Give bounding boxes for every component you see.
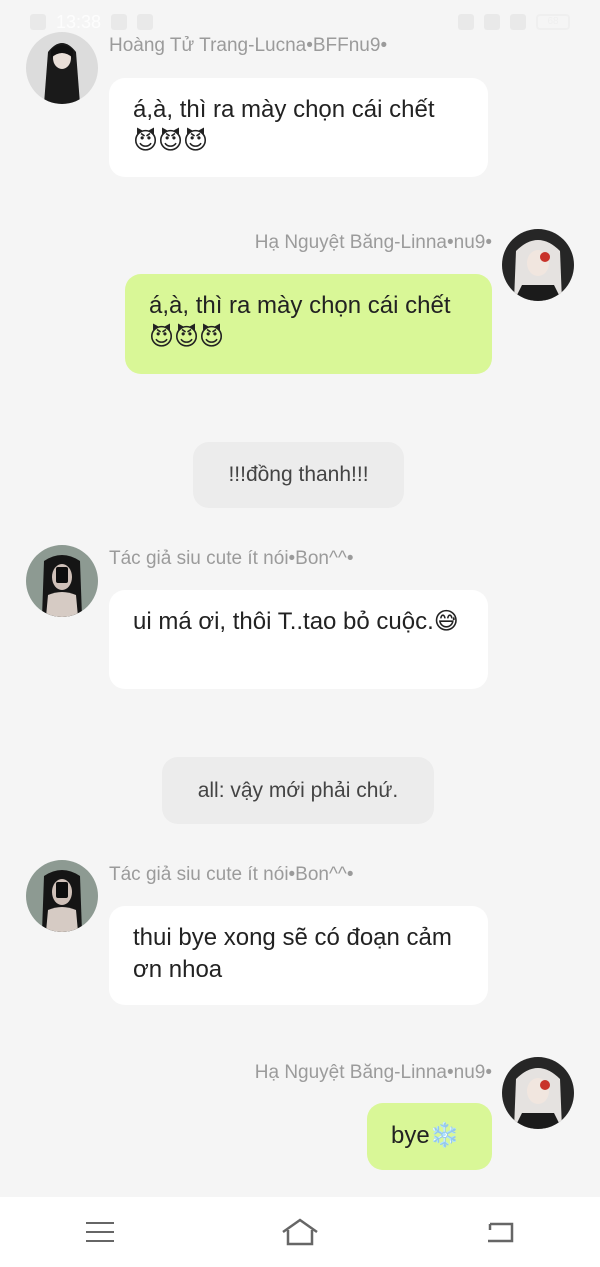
system-message: !!!đồng thanh!!! [193, 442, 404, 508]
avatar-tac-gia[interactable] [26, 545, 98, 617]
message-bubble[interactable]: á,à, thì ra mày chọn cái chết 😈😈😈 [125, 274, 492, 374]
message-bubble[interactable]: bye❄️ [367, 1103, 492, 1170]
message-bubble[interactable]: ui má ơi, thôi T..tao bỏ cuộc.😅 [109, 590, 488, 689]
sender-name: Hạ Nguyệt Băng-Linna•nu9• [254, 232, 492, 253]
sender-name: Hạ Nguyệt Băng-Linna•nu9• [254, 1062, 492, 1083]
status-left: 13:38 [30, 11, 154, 33]
navigation-bar [0, 1197, 600, 1267]
status-right: 68 [458, 14, 570, 30]
avatar-ha-nguyet[interactable] [502, 1057, 574, 1129]
message-bubble[interactable]: á,à, thì ra mày chọn cái chết 😈😈😈 [109, 78, 488, 177]
wifi-icon [510, 14, 526, 30]
battery-icon: 68 [536, 14, 570, 30]
menu-icon[interactable] [70, 1207, 130, 1257]
home-icon[interactable] [270, 1207, 330, 1257]
signal-icon [30, 14, 46, 30]
status-time: 13:38 [56, 11, 102, 32]
sender-name: Hoàng Tử Trang-Lucna•BFFnu9• [109, 35, 388, 56]
vibrate-icon [484, 14, 500, 30]
system-message: all: vậy mới phải chứ. [162, 757, 434, 824]
sender-name: Tác giả siu cute ít nói•Bon^^• [109, 548, 354, 569]
message-bubble[interactable]: thui bye xong sẽ có đoạn cảm ơn nhoa [109, 906, 488, 1005]
app-icon [137, 14, 154, 30]
back-icon[interactable] [470, 1207, 530, 1257]
avatar-ha-nguyet[interactable] [502, 229, 574, 301]
avatar-tac-gia[interactable] [26, 860, 98, 932]
sender-name: Tác giả siu cute ít nói•Bon^^• [109, 864, 354, 885]
bluetooth-icon [458, 14, 474, 30]
avatar-hoang-tu[interactable] [26, 32, 98, 104]
notification-icon [111, 14, 128, 30]
